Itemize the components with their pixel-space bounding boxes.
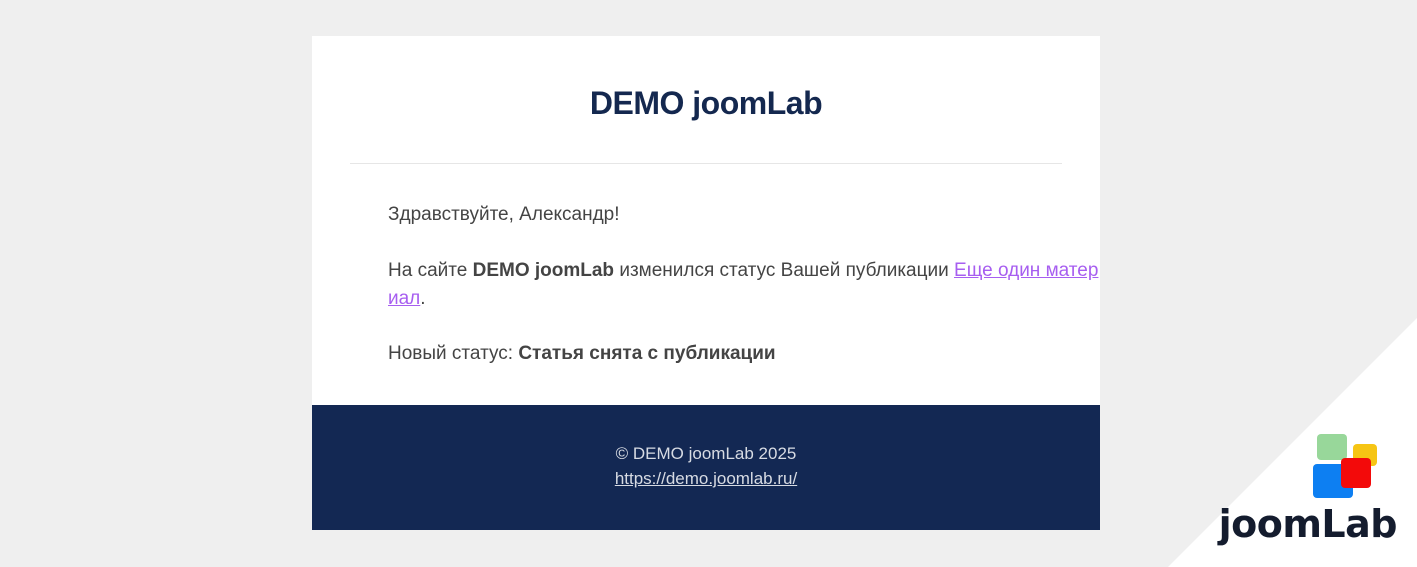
status-middle: изменился статус Вашей публикации (614, 260, 955, 281)
email-footer: © DEMO joomLab 2025 https://demo.joomlab… (312, 405, 1100, 530)
status-site-name: DEMO joomLab (472, 260, 615, 281)
new-status-label: Новый статус: (388, 343, 519, 364)
email-card: DEMO joomLab Здравствуйте, Александр! На… (312, 36, 1100, 530)
joomlab-logo: joomLab (1219, 432, 1398, 548)
status-prefix: На сайте (388, 260, 473, 281)
new-status-value: Статья снята с публикации (518, 343, 776, 364)
email-site-title: DEMO joomLab (589, 85, 823, 121)
email-header: DEMO joomLab (350, 36, 1062, 164)
logo-text: joomLab (1218, 502, 1398, 546)
joomlab-logo-icon (1313, 432, 1377, 498)
status-message: На сайте DEMO joomLab изменился статус В… (350, 257, 1138, 313)
new-status: Новый статус: Статья снята с публикации (350, 340, 814, 368)
footer-site-link[interactable]: https://demo.joomlab.ru/ (615, 469, 797, 488)
logo-green-square (1317, 434, 1347, 460)
footer-copyright: © DEMO joomLab 2025 (615, 444, 797, 463)
greeting-text: Здравствуйте, Александр! (388, 204, 620, 225)
status-suffix: . (420, 288, 426, 309)
logo-red-square (1341, 458, 1371, 488)
